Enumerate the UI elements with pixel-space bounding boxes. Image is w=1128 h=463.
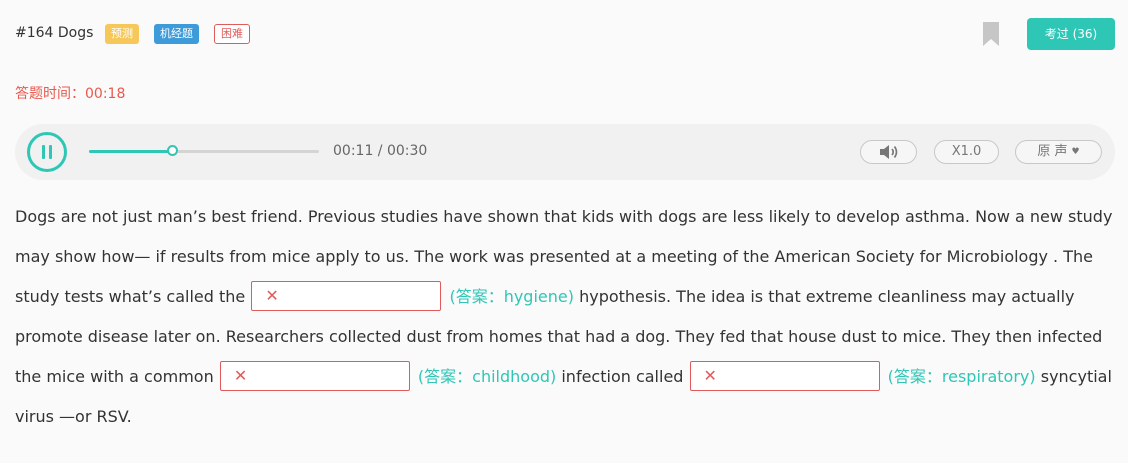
passed-count-button[interactable]: 考过 (36) [1027,18,1115,50]
pause-button[interactable] [27,132,67,172]
audio-player: 00:11 / 00:30 X1.0 原 声 ♥ [15,124,1115,180]
voice-select[interactable]: 原 声 ♥ [1015,140,1102,164]
answer-blank-2[interactable]: ✕ [219,360,410,391]
volume-icon [879,145,897,159]
wrong-icon: ✕ [265,285,279,305]
wrong-icon: ✕ [703,365,717,385]
tag-difficulty: 困难 [214,24,250,44]
pause-icon [42,145,45,159]
audio-progress-bar[interactable] [89,145,319,156]
wrong-icon: ✕ [233,365,248,385]
answer-hint-3: (答案：respiratory) [887,367,1036,386]
answer-timer: 答题时间：00:18 [15,86,126,102]
answer-hint-1: (答案：hygiene) [449,287,574,306]
voice-select-label: 原 声 [1037,144,1068,159]
tag-jijing: 机经题 [154,24,199,44]
audio-time: 00:11 / 00:30 [333,143,428,159]
answer-blank-1[interactable]: ✕ [251,280,442,311]
passage-text: Dogs are not just man’s best friend. Pre… [15,197,1115,437]
volume-button[interactable] [860,140,917,164]
bookmark-icon[interactable] [983,22,999,46]
answer-hint-2: (答案：childhood) [417,367,557,386]
playback-speed-button[interactable]: X1.0 [934,140,999,164]
tag-predict: 预测 [105,24,139,44]
caret-down-icon: ♥ [1071,147,1080,157]
question-header: #164 Dogs 预测 机经题 困难 考过 (36) [15,18,1115,50]
passage-segment: infection called [561,367,684,386]
audio-progress-handle[interactable] [167,145,179,156]
question-title: #164 Dogs [15,25,94,41]
playback-speed-label: X1.0 [951,144,982,159]
answer-blank-3[interactable]: ✕ [689,360,880,391]
audio-progress-fill [89,150,174,153]
